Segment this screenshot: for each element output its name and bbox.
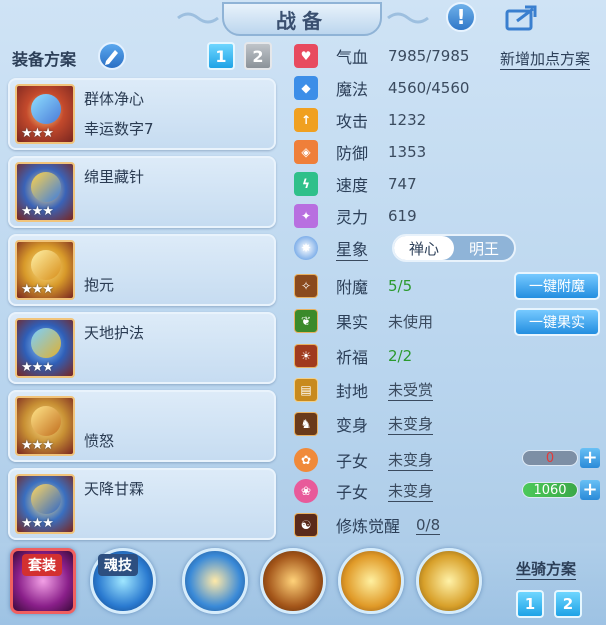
equip-item[interactable]: ★★★ 绵里藏针 xyxy=(8,156,276,228)
belt-icon: ★★★ xyxy=(15,396,75,456)
shield-icon: ◈ xyxy=(294,140,318,164)
spirit-icon: ✦ xyxy=(294,204,318,228)
equip-plan-1-button[interactable]: 1 xyxy=(207,42,235,70)
stat-fief: ▤ 封地 未受赏 xyxy=(294,376,602,404)
enchant-icon: ✧ xyxy=(294,274,318,298)
mount-4-icon[interactable] xyxy=(416,548,482,614)
cultivation-icon: ☯ xyxy=(294,513,318,537)
stat-blessing: ☀ 祈福 2/2 xyxy=(294,342,602,370)
child-2-value-bar: 1060 xyxy=(522,482,578,498)
stat-mp: ◆ 魔法 4560/4560 xyxy=(294,74,602,102)
armor-icon: ★★★ xyxy=(15,318,75,378)
equip-skill: 天降甘霖 xyxy=(84,480,145,498)
constellation-option-2[interactable]: 明王 xyxy=(454,236,514,260)
child-icon: ✿ xyxy=(294,448,318,472)
stat-speed: ϟ 速度 747 xyxy=(294,170,602,198)
equip-skill: 抱元 xyxy=(84,276,115,294)
one-click-enchant-button[interactable]: 一键附魔 xyxy=(514,272,600,300)
stat-defense: ◈ 防御 1353 xyxy=(294,138,602,166)
equip-item[interactable]: ★★★ 愤怒 xyxy=(8,390,276,462)
equip-skill: 愤怒 xyxy=(84,432,115,450)
equip-attribute: 幸运数字7 xyxy=(84,120,154,138)
blessing-icon: ☀ xyxy=(294,344,318,368)
edit-plan-icon[interactable] xyxy=(98,42,126,70)
star-icon: ✸ xyxy=(294,236,318,260)
equip-item[interactable]: ★★★ 群体净心 幸运数字7 xyxy=(8,78,276,150)
mount-plan-2-button[interactable]: 2 xyxy=(554,590,582,618)
one-click-fruit-button[interactable]: 一键果实 xyxy=(514,308,600,336)
leaf-icon: ❦ xyxy=(294,309,318,333)
equip-item[interactable]: ★★★ 天降甘霖 xyxy=(8,468,276,540)
stat-transform: ♞ 变身 未变身 xyxy=(294,410,602,438)
mount-1-icon[interactable] xyxy=(182,548,248,614)
weapon-icon: ★★★ xyxy=(15,84,75,144)
necklace-icon: ★★★ xyxy=(15,240,75,300)
child-1-plus-button[interactable]: + xyxy=(580,448,600,468)
lightning-icon: ϟ xyxy=(294,172,318,196)
stat-spirit: ✦ 灵力 619 xyxy=(294,202,602,230)
share-icon[interactable] xyxy=(504,2,540,32)
magic-icon: ◆ xyxy=(294,76,318,100)
page-title: 战备 xyxy=(222,2,382,36)
constellation-toggle[interactable]: 禅心 明王 xyxy=(392,234,516,262)
add-points-plan-link[interactable]: 新增加点方案 xyxy=(500,48,591,70)
child-2-plus-button[interactable]: + xyxy=(580,480,600,500)
stat-attack: ↑ 攻击 1232 xyxy=(294,106,602,134)
info-icon[interactable]: ! xyxy=(446,2,476,32)
lotus-icon: ❀ xyxy=(294,479,318,503)
mount-plan-label: 坐骑方案 xyxy=(516,560,577,580)
equip-plan-2-button[interactable]: 2 xyxy=(244,42,272,70)
mount-2-icon[interactable] xyxy=(260,548,326,614)
mount-3-icon[interactable] xyxy=(338,548,404,614)
header-wave-left-icon xyxy=(177,12,219,24)
equipment-list: ★★★ 群体净心 幸运数字7 ★★★ 绵里藏针 ★★★ 抱元 ★★★ 天地护法 … xyxy=(8,78,276,546)
equip-plan-label: 装备方案 xyxy=(12,50,77,69)
scroll-icon: ▤ xyxy=(294,378,318,402)
mount-plan-1-button[interactable]: 1 xyxy=(516,590,544,618)
equip-item[interactable]: ★★★ 抱元 xyxy=(8,234,276,306)
suit-tag: 套装 xyxy=(22,554,62,576)
child-1-value-bar: 0 xyxy=(522,450,578,466)
helmet-icon: ★★★ xyxy=(15,162,75,222)
transform-icon: ♞ xyxy=(294,412,318,436)
header-wave-right-icon xyxy=(387,12,429,24)
equip-skill: 绵里藏针 xyxy=(84,168,145,186)
equip-skill: 天地护法 xyxy=(84,324,145,342)
soul-tag: 魂技 xyxy=(98,554,138,576)
equip-skill: 群体净心 xyxy=(84,90,145,108)
equip-item[interactable]: ★★★ 天地护法 xyxy=(8,312,276,384)
constellation-option-1[interactable]: 禅心 xyxy=(394,236,454,260)
stat-cultivation: ☯ 修炼觉醒 0/8 xyxy=(294,511,602,539)
heart-icon: ♥ xyxy=(294,44,318,68)
sword-icon: ↑ xyxy=(294,108,318,132)
boots-icon: ★★★ xyxy=(15,474,75,534)
